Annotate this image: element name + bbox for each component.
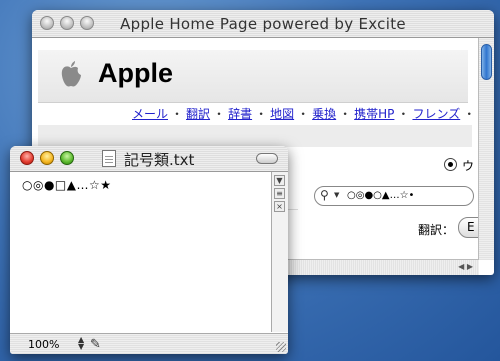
service-nav: メール・翻訳・辞書・地図・乗換・携帯HP ・フレンズ・ bbox=[132, 107, 476, 121]
brand-name: Apple bbox=[98, 58, 174, 88]
zoom-button[interactable] bbox=[60, 151, 74, 165]
apple-header: Apple bbox=[38, 50, 468, 103]
textedit-window: 記号類.txt ○◎●□▲…☆★ ▼ ≡ × 100% ▲ ▼ ✎ bbox=[10, 146, 288, 354]
document-title: 記号類.txt bbox=[124, 151, 195, 169]
nav-link-friends[interactable]: フレンズ bbox=[412, 107, 460, 121]
search-icon[interactable]: ⚲ bbox=[320, 188, 329, 202]
resize-grip-icon[interactable] bbox=[276, 342, 286, 352]
close-button[interactable] bbox=[20, 151, 34, 165]
document-icon[interactable] bbox=[102, 150, 116, 167]
search-scope-radio[interactable] bbox=[444, 158, 457, 171]
scroll-thumb[interactable] bbox=[481, 44, 492, 80]
nav-link-mail[interactable]: メール bbox=[132, 107, 168, 121]
textedit-titlebar[interactable]: 記号類.txt bbox=[10, 146, 288, 172]
status-bar: 100% ▲ ▼ ✎ bbox=[10, 333, 288, 354]
pencil-icon[interactable]: ✎ bbox=[90, 337, 101, 352]
nav-link-transit[interactable]: 乗換 bbox=[312, 107, 336, 121]
content-band bbox=[38, 125, 472, 147]
browser-titlebar[interactable]: Apple Home Page powered by Excite bbox=[32, 10, 494, 38]
document-text[interactable]: ○◎●□▲…☆★ bbox=[22, 178, 112, 192]
browser-window-title: Apple Home Page powered by Excite bbox=[120, 15, 406, 33]
close-split-icon[interactable]: × bbox=[274, 201, 285, 212]
chevron-down-icon[interactable]: ▼ bbox=[334, 191, 339, 199]
search-input[interactable]: ○◎●○▲…☆• bbox=[347, 190, 414, 201]
textedit-vertical-scrollbar[interactable]: ▼ ≡ × bbox=[271, 172, 288, 332]
nav-link-dictionary[interactable]: 辞書 bbox=[228, 107, 252, 121]
browser-vertical-scrollbar[interactable] bbox=[478, 38, 494, 260]
scroll-up-icon[interactable]: ▼ bbox=[274, 175, 285, 186]
split-view-icon[interactable]: ≡ bbox=[274, 188, 285, 199]
apple-logo-icon[interactable] bbox=[58, 60, 84, 90]
nav-link-map[interactable]: 地図 bbox=[270, 107, 294, 121]
toolbar-toggle-button[interactable] bbox=[256, 153, 278, 164]
zoom-level[interactable]: 100% bbox=[28, 338, 59, 351]
search-scope-label: ウ bbox=[462, 159, 475, 173]
search-field[interactable]: ⚲ ▼ ○◎●○▲…☆• bbox=[314, 186, 474, 206]
nav-link-translate[interactable]: 翻訳 bbox=[186, 107, 210, 121]
translate-label: 翻訳： bbox=[418, 223, 455, 237]
nav-link-mobile-hp[interactable]: 携帯HP bbox=[354, 107, 394, 121]
zoom-stepper-icon[interactable]: ▲ ▼ bbox=[78, 336, 84, 351]
scroll-arrows-icon[interactable]: ◀ ▶ bbox=[458, 262, 473, 271]
text-area[interactable]: ○◎●□▲…☆★ bbox=[10, 172, 272, 332]
minimize-button[interactable] bbox=[40, 151, 54, 165]
